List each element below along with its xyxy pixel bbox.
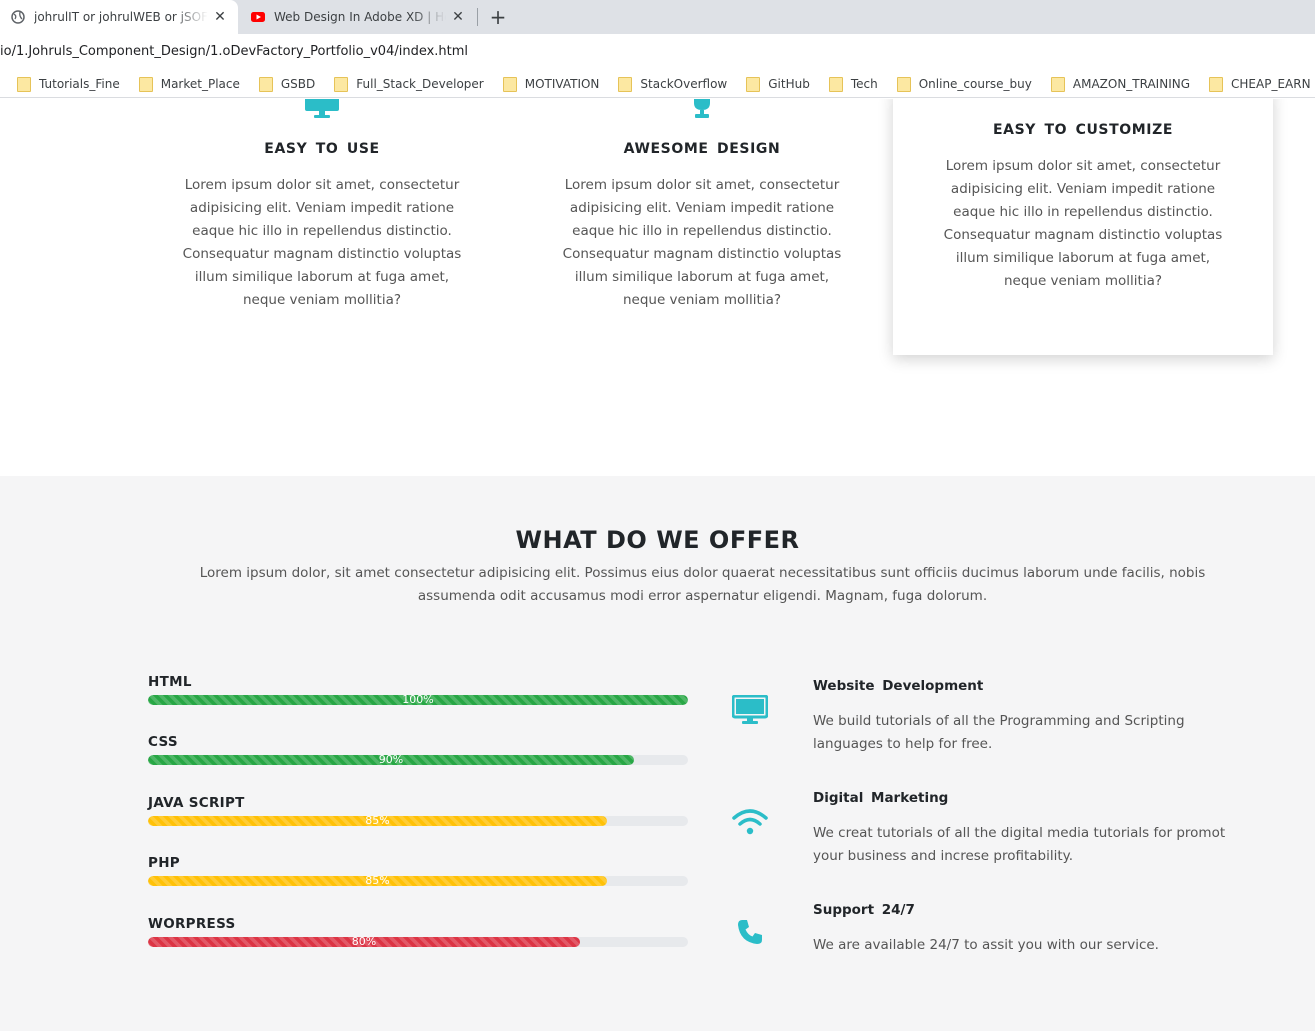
skill-javascript: JAVA SCRIPT 85%: [148, 795, 688, 826]
bookmark-folder[interactable]: CHEAP_EARN: [1209, 76, 1311, 92]
bookmark-folder[interactable]: GitHub: [746, 76, 810, 92]
youtube-icon: [251, 10, 265, 24]
section-heading: WHAT DO WE OFFER: [515, 526, 800, 554]
browser-tab-active[interactable]: johrulIT or johrulWEB or jSOFT or ... ✕: [0, 0, 238, 34]
skill-php: PHP 85%: [148, 855, 688, 886]
tab-title: johrulIT or johrulWEB or jSOFT or ...: [34, 10, 208, 24]
new-tab-icon[interactable]: +: [488, 5, 508, 29]
progress-track: 85%: [148, 876, 688, 886]
service-title: Digital Marketing: [813, 790, 949, 806]
folder-icon: [17, 77, 31, 92]
bookmark-folder[interactable]: MOTIVATION: [502, 76, 600, 92]
bookmark-label: CHEAP_EARN: [1231, 76, 1311, 91]
service-text: We build tutorials of all the Programmin…: [813, 713, 1185, 752]
folder-icon: [828, 77, 843, 92]
bookmark-label: Online_course_buy: [918, 76, 1032, 91]
skill-name: PHP: [148, 855, 180, 871]
folder-icon: [258, 77, 273, 92]
progress-track: 100%: [148, 695, 688, 705]
progress-fill: 100%: [148, 695, 688, 705]
close-tab-icon[interactable]: ✕: [212, 9, 228, 25]
service-text: We creat tutorials of all the digital me…: [813, 825, 1226, 864]
tab-separator: [477, 8, 478, 26]
close-tab-icon[interactable]: ✕: [450, 9, 466, 25]
folder-icon: [502, 77, 517, 92]
skill-name: WORPRESS: [148, 916, 236, 932]
desktop-icon: [730, 690, 770, 730]
tab-title: Web Design In Adobe XD | How To Design: [274, 10, 446, 24]
folder-icon: [746, 77, 761, 92]
feature-text: Lorem ipsum dolor sit amet, consectetur …: [562, 177, 842, 308]
bookmark-folder[interactable]: StackOverflow: [618, 76, 728, 92]
skill-name: HTML: [148, 674, 192, 690]
bookmark-label: Tech: [850, 76, 878, 91]
progress-track: 85%: [148, 816, 688, 826]
progress-label: 100%: [402, 695, 434, 705]
section-lead: Lorem ipsum dolor, sit amet consectetur …: [199, 565, 1206, 604]
address-bar[interactable]: io/1.Johruls_Component_Design/1.oDevFact…: [0, 34, 1315, 70]
progress-track: 90%: [148, 755, 688, 765]
bookmark-folder[interactable]: AMAZON_TRAINING: [1050, 76, 1191, 92]
bookmark-label: GitHub: [768, 76, 810, 91]
bookmark-label: MOTIVATION: [524, 76, 600, 91]
service-title: Website Development: [813, 678, 984, 694]
bookmark-folder[interactable]: GSBD: [258, 76, 316, 92]
bookmark-folder[interactable]: Online_course_buy: [896, 76, 1032, 92]
bookmark-folder[interactable]: Tech: [828, 76, 878, 92]
wifi-icon: [730, 802, 770, 842]
progress-label: 85%: [365, 876, 390, 886]
progress-track: 80%: [148, 937, 688, 947]
browser-tab[interactable]: Web Design In Adobe XD | How To Design ✕: [240, 0, 476, 34]
bookmark-label: Market_Place: [160, 76, 240, 91]
progress-label: 85%: [365, 816, 390, 826]
progress-fill: 80%: [148, 937, 580, 947]
bookmark-label: Full_Stack_Developer: [356, 76, 484, 91]
folder-icon: [138, 77, 153, 92]
folder-icon: [618, 77, 633, 92]
monitor-icon: [305, 99, 339, 123]
bookmark-label: AMAZON_TRAINING: [1072, 76, 1191, 91]
skill-html: HTML 100%: [148, 674, 688, 705]
feature-awesome-design: AWESOME DESIGN Lorem ipsum dolor sit ame…: [552, 99, 852, 312]
feature-title: EASY TO USE: [264, 141, 380, 157]
bookmark-folder[interactable]: Tutorials_Fine: [17, 76, 120, 92]
folder-icon: [896, 77, 911, 92]
feature-easy-to-customize: EASY TO CUSTOMIZE Lorem ipsum dolor sit …: [933, 122, 1233, 293]
page-content: EASY TO USE Lorem ipsum dolor sit amet, …: [0, 99, 1315, 1031]
bookmark-label: Tutorials_Fine: [39, 76, 120, 91]
phone-icon: [730, 912, 770, 952]
bookmark-folder[interactable]: Market_Place: [138, 76, 240, 92]
progress-label: 80%: [351, 937, 377, 947]
progress-fill: 90%: [148, 755, 634, 765]
folder-icon: [334, 77, 349, 92]
bookmarks-bar: Tutorials_Fine Market_Place GSBD Full_St…: [0, 70, 1315, 98]
browser-tab-bar: johrulIT or johrulWEB or jSOFT or ... ✕ …: [0, 0, 1315, 34]
globe-icon: [11, 10, 25, 24]
progress-label: 90%: [378, 755, 404, 765]
service-title: Support 24/7: [813, 902, 915, 918]
feature-text: Lorem ipsum dolor sit amet, consectetur …: [182, 177, 462, 308]
progress-fill: 85%: [148, 816, 607, 826]
bookmark-label: StackOverflow: [640, 76, 728, 91]
skill-css: CSS 90%: [148, 734, 688, 765]
feature-easy-to-use: EASY TO USE Lorem ipsum dolor sit amet, …: [172, 99, 472, 312]
skill-name: JAVA SCRIPT: [148, 795, 245, 811]
feature-card: EASY TO CUSTOMIZE Lorem ipsum dolor sit …: [893, 99, 1273, 355]
url-text[interactable]: io/1.Johruls_Component_Design/1.oDevFact…: [0, 44, 468, 59]
feature-title: AWESOME DESIGN: [623, 141, 781, 157]
folder-icon: [1209, 77, 1224, 92]
progress-fill: 85%: [148, 876, 607, 886]
feature-text: Lorem ipsum dolor sit amet, consectetur …: [943, 158, 1223, 289]
skill-name: CSS: [148, 734, 178, 750]
bookmark-folder[interactable]: Full_Stack_Developer: [334, 76, 484, 92]
service-text: We are available 24/7 to assit you with …: [813, 937, 1159, 953]
skill-wordpress: WORPRESS 80%: [148, 916, 688, 947]
feature-title: EASY TO CUSTOMIZE: [992, 122, 1174, 138]
folder-icon: [1050, 77, 1065, 92]
trophy-icon: [687, 99, 717, 123]
bookmark-label: GSBD: [280, 76, 316, 91]
offer-section: WHAT DO WE OFFER Lorem ipsum dolor, sit …: [0, 476, 1315, 1031]
